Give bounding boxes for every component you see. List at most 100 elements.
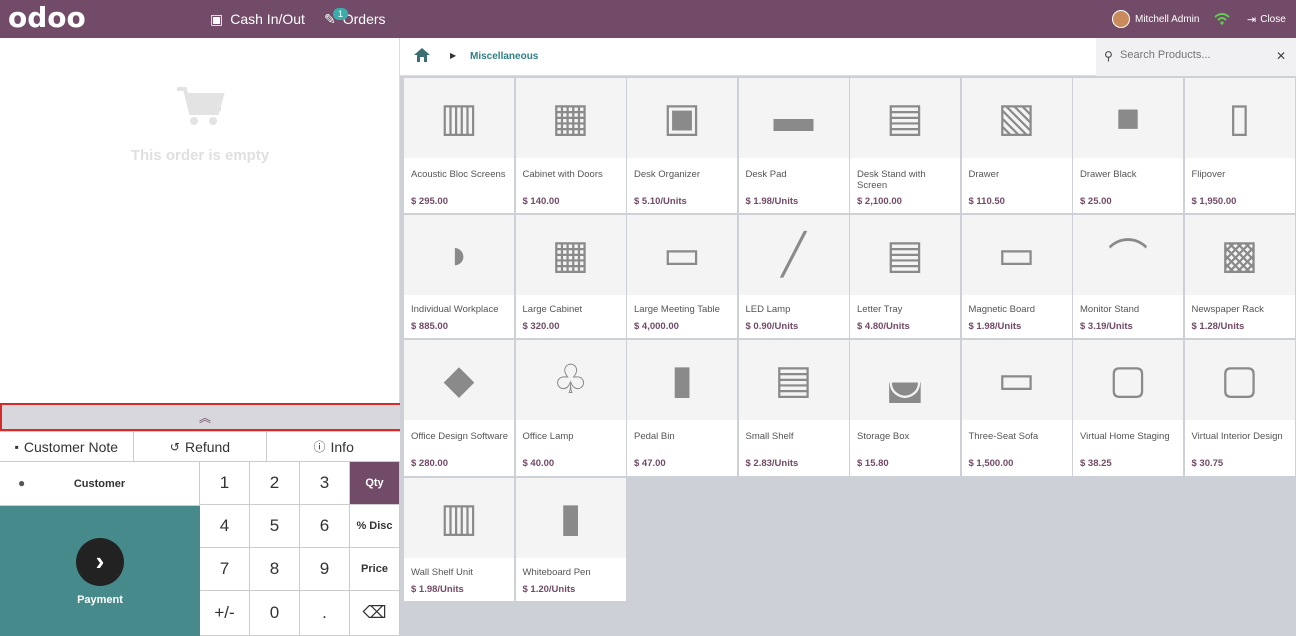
product-image: ▧ bbox=[961, 78, 1072, 158]
customer-note-button[interactable]: ▪ Customer Note bbox=[0, 432, 134, 461]
product-card[interactable]: ◗ Individual Workplace $ 885.00 bbox=[404, 215, 514, 338]
key-9[interactable]: 9 bbox=[300, 548, 350, 591]
product-price: $ 295.00 bbox=[411, 196, 448, 207]
search-input[interactable] bbox=[1120, 49, 1270, 61]
product-card[interactable]: ⌒ Monitor Stand $ 3.19/Units bbox=[1073, 215, 1183, 338]
payment-label: Payment bbox=[77, 594, 123, 606]
product-card[interactable]: ▤ Small Shelf $ 2.83/Units bbox=[738, 340, 849, 476]
product-image: ▦ bbox=[515, 215, 626, 295]
product-card[interactable]: ▬ Desk Pad $ 1.98/Units bbox=[738, 78, 849, 213]
product-image: ⌒ bbox=[1073, 215, 1183, 295]
disc-mode-button[interactable]: % Disc bbox=[350, 505, 400, 548]
user-menu[interactable]: Mitchell Admin bbox=[1112, 0, 1199, 38]
orders-count-badge: 1 bbox=[333, 8, 349, 20]
customer-note-label: Customer Note bbox=[23, 438, 119, 455]
product-card[interactable]: ▮ Pedal Bin $ 47.00 bbox=[627, 340, 737, 476]
key-0[interactable]: 0 bbox=[250, 591, 300, 636]
product-card[interactable]: ▢ Virtual Interior Design $ 30.75 bbox=[1184, 340, 1295, 476]
product-image: ▦ bbox=[515, 78, 626, 158]
product-name: Drawer bbox=[968, 169, 1000, 180]
key-5[interactable]: 5 bbox=[250, 505, 300, 548]
key-decimal[interactable]: . bbox=[300, 591, 350, 636]
product-card[interactable]: ▥ Acoustic Bloc Screens $ 295.00 bbox=[404, 78, 514, 213]
key-4[interactable]: 4 bbox=[200, 505, 250, 548]
key-2[interactable]: 2 bbox=[250, 462, 300, 505]
wifi-icon bbox=[1214, 0, 1230, 38]
product-card[interactable]: ▦ Cabinet with Doors $ 140.00 bbox=[515, 78, 626, 213]
key-1[interactable]: 1 bbox=[200, 462, 250, 505]
product-card[interactable]: ▤ Desk Stand with Screen $ 2,100.00 bbox=[850, 78, 960, 213]
product-card[interactable]: ▯ Flipover $ 1,950.00 bbox=[1184, 78, 1295, 213]
info-icon: ⓘ bbox=[313, 440, 326, 454]
money-icon: ▣ bbox=[210, 10, 224, 27]
product-name: Large Meeting Table bbox=[634, 304, 720, 315]
shopping-cart-icon bbox=[0, 83, 400, 143]
product-card[interactable]: ▮ Whiteboard Pen $ 1.20/Units bbox=[515, 478, 626, 601]
qty-mode-button[interactable]: Qty bbox=[350, 462, 400, 505]
empty-order-text: This order is empty bbox=[130, 147, 270, 164]
product-card[interactable]: ▥ Wall Shelf Unit $ 1.98/Units bbox=[404, 478, 514, 601]
product-price: $ 2.83/Units bbox=[745, 458, 799, 469]
product-card[interactable]: ▤ Letter Tray $ 4.80/Units bbox=[850, 215, 960, 338]
product-card[interactable]: ▦ Large Cabinet $ 320.00 bbox=[515, 215, 626, 338]
key-plus-minus[interactable]: +/- bbox=[200, 591, 250, 636]
product-card[interactable]: ▧ Drawer $ 110.50 bbox=[961, 78, 1072, 213]
backspace-icon: ⌫ bbox=[362, 603, 387, 622]
key-8[interactable]: 8 bbox=[250, 548, 300, 591]
product-card[interactable]: ▭ Magnetic Board $ 1.98/Units bbox=[961, 215, 1072, 338]
payment-button[interactable]: › Payment bbox=[0, 506, 200, 636]
close-button[interactable]: ⇥ Close bbox=[1247, 0, 1286, 38]
key-6[interactable]: 6 bbox=[300, 505, 350, 548]
product-price: $ 1,500.00 bbox=[968, 458, 1014, 469]
search-icon: ⚲ bbox=[1104, 49, 1113, 63]
product-card[interactable]: ▭ Three-Seat Sofa $ 1,500.00 bbox=[961, 340, 1072, 476]
product-card[interactable]: ■ Drawer Black $ 25.00 bbox=[1073, 78, 1183, 213]
home-icon[interactable] bbox=[413, 47, 431, 68]
product-card[interactable]: ╱ LED Lamp $ 0.90/Units bbox=[738, 215, 849, 338]
product-price: $ 140.00 bbox=[522, 196, 560, 207]
breadcrumb: ▶ Miscellaneous ⚲ ✕ bbox=[400, 38, 1296, 76]
refund-button[interactable]: ↺ Refund bbox=[133, 432, 268, 461]
product-image: ▢ bbox=[1184, 340, 1295, 420]
product-name: Desk Organizer bbox=[634, 169, 700, 180]
customer-button[interactable]: ● Customer bbox=[0, 462, 200, 506]
product-price: $ 15.80 bbox=[857, 458, 889, 469]
product-price: $ 47.00 bbox=[634, 458, 666, 469]
numpad: ● Customer › Payment 1 2 3 Qty 4 5 6 % D… bbox=[0, 462, 400, 636]
product-name: Pedal Bin bbox=[634, 431, 675, 442]
orders-button[interactable]: ✎ 1 Orders bbox=[324, 0, 386, 38]
empty-order: This order is empty bbox=[0, 83, 400, 164]
product-image: ▤ bbox=[850, 78, 960, 158]
product-price: $ 1.98/Units bbox=[745, 196, 799, 207]
product-card[interactable]: ▢ Virtual Home Staging $ 38.25 bbox=[1073, 340, 1183, 476]
product-card[interactable]: ◛ Storage Box $ 15.80 bbox=[850, 340, 960, 476]
price-mode-button[interactable]: Price bbox=[350, 548, 400, 591]
category-miscellaneous[interactable]: Miscellaneous bbox=[470, 51, 538, 62]
key-3[interactable]: 3 bbox=[300, 462, 350, 505]
key-7[interactable]: 7 bbox=[200, 548, 250, 591]
backspace-button[interactable]: ⌫ bbox=[350, 591, 400, 636]
product-card[interactable]: ◆ Office Design Software $ 280.00 bbox=[404, 340, 514, 476]
product-card[interactable]: ▩ Newspaper Rack $ 1.28/Units bbox=[1184, 215, 1295, 338]
product-price: $ 25.00 bbox=[1080, 196, 1112, 207]
product-price: $ 1.28/Units bbox=[1191, 321, 1245, 332]
product-image: ◛ bbox=[850, 340, 960, 420]
product-image: ▭ bbox=[627, 215, 737, 295]
product-name: Virtual Home Staging bbox=[1080, 431, 1170, 442]
product-image: ▤ bbox=[850, 215, 960, 295]
product-name: Drawer Black bbox=[1080, 169, 1137, 180]
product-image: ▭ bbox=[961, 215, 1072, 295]
product-image: ▥ bbox=[404, 78, 514, 158]
cash-in-out-button[interactable]: ▣ Cash In/Out bbox=[210, 0, 305, 38]
clear-search-icon[interactable]: ✕ bbox=[1276, 49, 1286, 63]
product-name: Desk Pad bbox=[745, 169, 787, 180]
product-card[interactable]: ▣ Desk Organizer $ 5.10/Units bbox=[627, 78, 737, 213]
product-name: Cabinet with Doors bbox=[522, 169, 603, 180]
products-pane: ▶ Miscellaneous ⚲ ✕ ▥ Acoustic Bloc Scree… bbox=[400, 38, 1296, 636]
product-card[interactable]: ▭ Large Meeting Table $ 4,000.00 bbox=[627, 215, 737, 338]
product-name: Office Lamp bbox=[522, 431, 574, 442]
expand-order-toggle[interactable]: ︽ bbox=[0, 403, 410, 431]
product-name: Acoustic Bloc Screens bbox=[411, 169, 506, 180]
info-button[interactable]: ⓘ Info bbox=[267, 432, 401, 461]
product-card[interactable]: ♧ Office Lamp $ 40.00 bbox=[515, 340, 626, 476]
